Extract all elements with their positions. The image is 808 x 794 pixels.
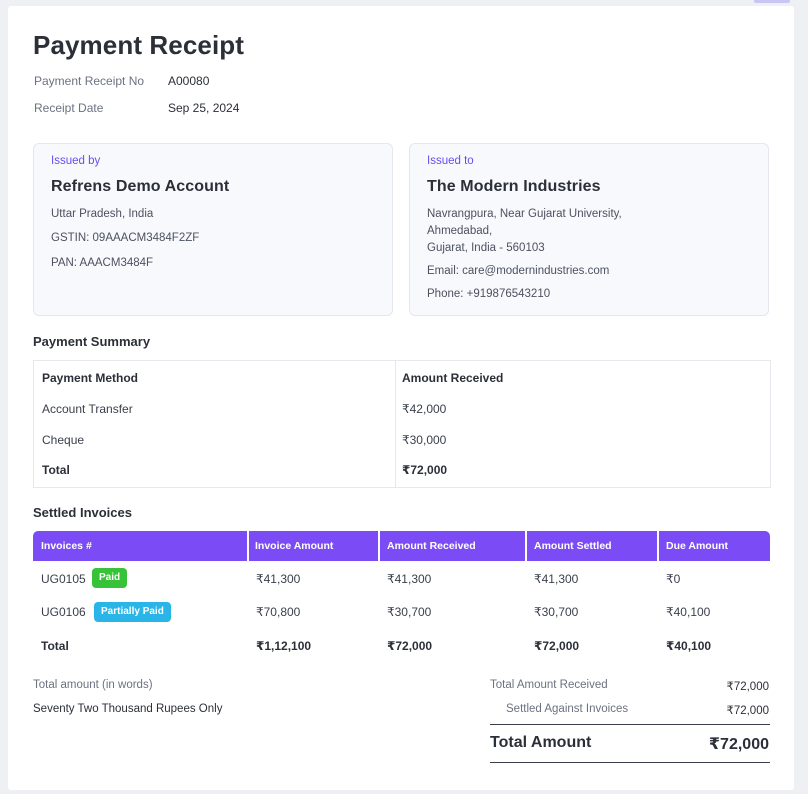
issued-to-card: Issued to The Modern Industries Navrangp… — [409, 143, 769, 316]
header-invoice-amount: Invoice Amount — [255, 540, 334, 552]
payment-summary-table: Payment Method Amount Received Account T… — [33, 360, 771, 488]
settled-invoices-header: Invoices # Invoice Amount Amount Receive… — [33, 531, 770, 561]
issued-to-email: Email: care@modernindustries.com — [427, 265, 610, 277]
amount-in-words-label: Total amount (in words) — [33, 679, 153, 691]
issued-to-phone: Phone: +919876543210 — [427, 288, 551, 300]
issued-by-tag: Issued by — [51, 155, 101, 167]
invoice-id-link[interactable]: UG0105 — [41, 572, 86, 586]
settled-against-label: Settled Against Invoices — [506, 703, 629, 715]
due-amount-cell: ₹40,100 — [666, 605, 711, 619]
total-amount-received: ₹72,000 — [387, 639, 433, 653]
payment-summary-title: Payment Summary — [33, 334, 151, 349]
header-separator — [247, 531, 249, 561]
amount-in-words-value: Seventy Two Thousand Rupees Only — [33, 703, 223, 715]
amount-settled-cell: ₹41,300 — [534, 572, 579, 586]
header-separator — [378, 531, 380, 561]
header-amount-received: Amount Received — [402, 371, 504, 385]
issued-by-name: Refrens Demo Account — [51, 178, 230, 195]
receipt-document: Payment Receipt Payment Receipt No A00080… — [8, 6, 794, 790]
total-received-label: Total Amount Received — [490, 679, 608, 691]
receipt-no-value: A00080 — [168, 74, 210, 88]
amount-received-cell: ₹41,300 — [387, 572, 432, 586]
payment-method-cell: Account Transfer — [42, 402, 133, 416]
amount-settled-cell: ₹30,700 — [534, 605, 579, 619]
header-payment-method: Payment Method — [42, 371, 139, 385]
grand-total-value: ₹72,000 — [708, 736, 769, 753]
settled-against-value: ₹72,000 — [726, 705, 770, 717]
column-divider — [395, 361, 396, 487]
status-badge-paid: Paid — [92, 568, 128, 588]
issued-by-gstin: GSTIN: 09AAACM3484F2ZF — [51, 232, 200, 244]
amount-received-cell: ₹42,000 — [402, 402, 447, 416]
page-title: Payment Receipt — [33, 30, 245, 60]
issued-to-address-line-1: Navrangpura, Near Gujarat University, — [427, 208, 622, 220]
top-accent-bar — [754, 0, 790, 3]
due-amount-cell: ₹0 — [666, 572, 681, 586]
total-amount-settled: ₹72,000 — [534, 639, 580, 653]
issued-by-card: Issued by Refrens Demo Account Uttar Pra… — [33, 143, 393, 316]
issued-to-address-line-2: Ahmedabad, — [427, 225, 493, 237]
invoice-amount-cell: ₹70,800 — [256, 605, 301, 619]
issued-to-tag: Issued to — [427, 155, 474, 167]
summary-total-label: Total — [42, 463, 70, 477]
invoice-amount-cell: ₹41,300 — [256, 572, 301, 586]
issued-by-pan: PAN: AAACM3484F — [51, 257, 154, 269]
total-invoice-amount: ₹1,12,100 — [256, 639, 312, 653]
receipt-date-row: Receipt Date Sep 25, 2024 — [34, 101, 239, 115]
header-separator — [657, 531, 659, 561]
header-amount-received: Amount Received — [387, 540, 476, 552]
header-separator — [525, 531, 527, 561]
header-invoices: Invoices # — [41, 540, 92, 552]
total-due-amount: ₹40,100 — [666, 639, 712, 653]
total-top-rule — [490, 724, 770, 725]
invoice-id-link[interactable]: UG0106 — [41, 605, 86, 619]
settled-invoices-title: Settled Invoices — [33, 505, 132, 520]
amount-received-cell: ₹30,000 — [402, 433, 447, 447]
receipt-no-label: Payment Receipt No — [34, 74, 145, 88]
grand-total-label: Total Amount — [490, 734, 592, 751]
payment-method-cell: Cheque — [42, 433, 85, 447]
issued-to-address-line-3: Gujarat, India - 560103 — [427, 242, 545, 254]
receipt-no-row: Payment Receipt No A00080 — [34, 74, 209, 88]
header-amount-settled: Amount Settled — [534, 540, 612, 552]
amount-received-cell: ₹30,700 — [387, 605, 432, 619]
summary-total-value: ₹72,000 — [402, 463, 448, 477]
invoices-total-label: Total — [41, 639, 69, 653]
total-received-value: ₹72,000 — [726, 681, 770, 693]
status-badge-partially-paid: Partially Paid — [94, 602, 171, 622]
issued-by-location: Uttar Pradesh, India — [51, 208, 154, 220]
header-due-amount: Due Amount — [666, 540, 729, 552]
receipt-date-label: Receipt Date — [34, 101, 104, 115]
issued-to-name: The Modern Industries — [427, 178, 601, 195]
total-bottom-rule — [490, 762, 770, 763]
receipt-date-value: Sep 25, 2024 — [168, 101, 240, 115]
